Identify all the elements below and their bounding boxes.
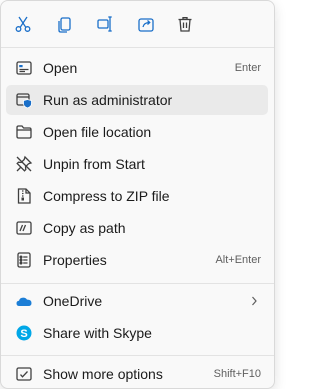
menu-item-label: Run as administrator [43, 92, 173, 108]
menu-item-label: Compress to ZIP file [43, 188, 170, 204]
skype-icon: S [15, 324, 33, 342]
menu-item-label: Share with Skype [43, 325, 152, 341]
share-button[interactable] [131, 9, 161, 39]
menu-item-share-with-skype[interactable]: S Share with Skype [6, 318, 268, 348]
menu-item-properties[interactable]: Properties Alt+Enter [6, 245, 268, 275]
folder-icon [15, 123, 33, 141]
scissors-icon [15, 16, 31, 32]
shortcut-text: Enter [234, 62, 261, 74]
menu-item-label: Show more options [43, 366, 163, 382]
menu-item-label: Properties [43, 252, 107, 268]
separator [1, 283, 274, 284]
copy-icon [58, 17, 71, 33]
cut-button[interactable] [8, 9, 38, 39]
svg-text:S: S [20, 328, 27, 340]
onedrive-icon [15, 292, 33, 310]
context-menu-toolbar [1, 9, 274, 39]
menu-item-label: OneDrive [43, 293, 103, 309]
separator [1, 47, 274, 48]
unpin-icon [15, 155, 33, 173]
rename-button[interactable] [90, 9, 120, 39]
open-window-icon [15, 59, 33, 77]
context-menu: Open Enter Run as administrator Open fil… [0, 0, 275, 389]
copy-button[interactable] [50, 9, 80, 39]
menu-item-open[interactable]: Open Enter [6, 53, 268, 83]
menu-item-onedrive[interactable]: OneDrive [6, 286, 268, 316]
copy-path-icon [15, 219, 33, 237]
shortcut-text: Alt+Enter [215, 254, 261, 266]
trash-icon [178, 17, 192, 32]
menu-item-label: Open [43, 60, 78, 76]
separator [1, 355, 274, 356]
admin-shield-icon [15, 91, 33, 109]
menu-item-show-more-options[interactable]: Show more options Shift+F10 [6, 359, 268, 389]
menu-item-copy-as-path[interactable]: Copy as path [6, 213, 268, 243]
more-options-icon [15, 365, 33, 383]
menu-item-label: Copy as path [43, 220, 126, 236]
share-icon [138, 18, 154, 32]
menu-item-open-file-location[interactable]: Open file location [6, 117, 268, 147]
menu-item-unpin-from-start[interactable]: Unpin from Start [6, 149, 268, 179]
properties-icon [15, 251, 33, 269]
zip-icon [15, 187, 33, 205]
menu-item-run-as-administrator[interactable]: Run as administrator [6, 85, 268, 115]
menu-item-compress-to-zip[interactable]: Compress to ZIP file [6, 181, 268, 211]
menu-item-label: Unpin from Start [43, 156, 145, 172]
delete-button[interactable] [170, 9, 200, 39]
rename-icon [97, 16, 112, 32]
menu-item-label: Open file location [43, 124, 152, 140]
chevron-right-icon [252, 296, 257, 306]
shortcut-text: Shift+F10 [213, 368, 261, 380]
